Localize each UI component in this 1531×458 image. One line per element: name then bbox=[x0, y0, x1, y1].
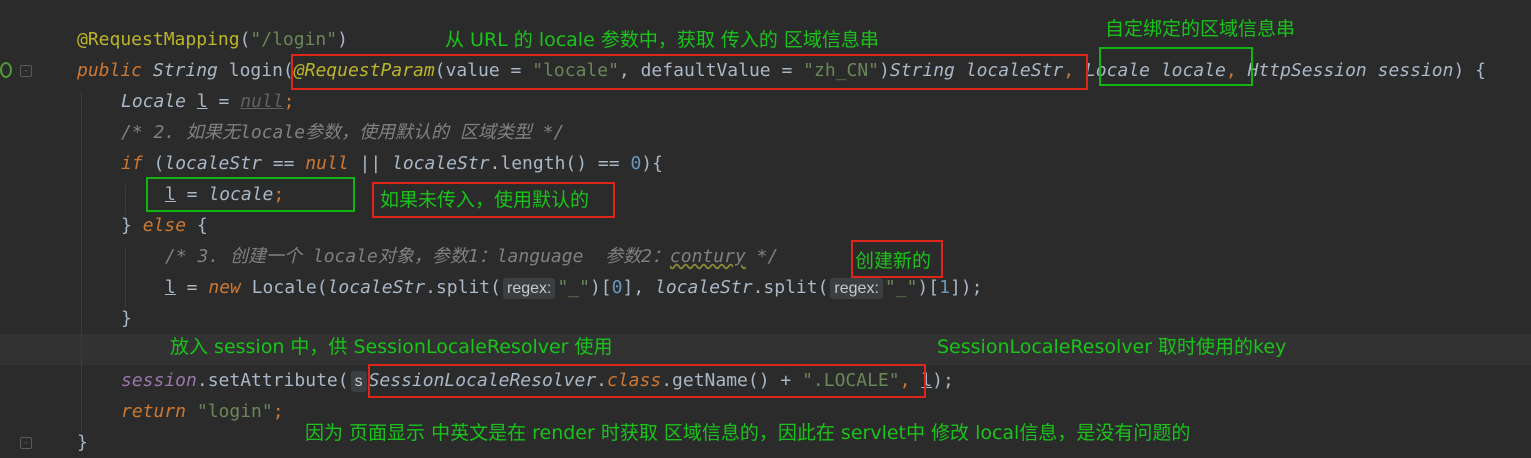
keyword-token: public bbox=[77, 60, 143, 81]
code-token: )[ bbox=[917, 277, 940, 298]
comment-token: */ bbox=[745, 246, 779, 267]
variable-token: l bbox=[165, 277, 176, 298]
code-line[interactable]: /* 3. 创建一个 locale对象，参数1：language 参数2：con… bbox=[165, 241, 778, 272]
code-token: ], bbox=[622, 277, 656, 298]
comment-token: /* 3. 创建一个 locale对象，参数1：language 参数2： bbox=[165, 246, 670, 267]
fold-marker-icon[interactable]: - bbox=[20, 437, 32, 449]
highlight-box-default-locale bbox=[146, 177, 355, 212]
brace-token: { bbox=[186, 215, 208, 236]
keyword-token: new bbox=[208, 277, 241, 298]
number-token: 0 bbox=[630, 153, 642, 174]
code-line[interactable]: if (localeStr == null || localeStr.lengt… bbox=[121, 148, 663, 179]
string-token: "_" bbox=[884, 277, 918, 298]
keyword-token: else bbox=[142, 215, 187, 236]
code-token: == bbox=[261, 153, 306, 174]
code-token: ]); bbox=[949, 277, 983, 298]
semicolon-token: ; bbox=[272, 401, 284, 422]
string-token: "_" bbox=[557, 277, 590, 298]
keyword-token: return bbox=[121, 401, 187, 422]
code-line[interactable]: @RequestMapping("/login") bbox=[77, 24, 348, 55]
keyword-token: null bbox=[305, 153, 349, 174]
brace-token: } bbox=[121, 215, 143, 236]
param-token: session bbox=[1377, 60, 1454, 81]
param-hint: regex: bbox=[502, 278, 556, 299]
note-render-explanation: 因为 页面显示 中英文是在 render 时获取 区域信息的，因此在 servl… bbox=[305, 422, 1191, 444]
code-token: Locale( bbox=[240, 277, 328, 298]
code-token: .split( bbox=[752, 277, 829, 298]
code-token: .split( bbox=[425, 277, 501, 298]
number-token: 0 bbox=[611, 277, 623, 298]
code-token: .setAttribute( bbox=[196, 370, 349, 391]
code-line[interactable]: Locale l = null; bbox=[121, 86, 294, 117]
code-token: = bbox=[175, 277, 209, 298]
method-name-token: login( bbox=[228, 60, 294, 81]
indent-guide bbox=[125, 247, 126, 307]
null-token: null bbox=[240, 91, 284, 112]
param-token: localeStr bbox=[327, 277, 426, 298]
param-hint: s bbox=[350, 371, 367, 392]
annotation-token: @RequestMapping bbox=[77, 29, 240, 50]
highlight-box-request-param bbox=[291, 54, 1088, 90]
code-token: .length() == bbox=[489, 153, 631, 174]
note-use-default: 如果未传入，使用默认的 bbox=[380, 189, 590, 211]
paren-token: ) bbox=[337, 29, 348, 50]
type-token: HttpSession bbox=[1247, 60, 1367, 81]
string-token: "login" bbox=[196, 401, 273, 422]
type-token: Locale bbox=[121, 91, 187, 112]
paren-token: ( bbox=[239, 29, 251, 50]
param-token: localeStr bbox=[164, 153, 262, 174]
typo-word-token: contury bbox=[669, 246, 746, 267]
note-bound-locale: 自定绑定的区域信息串 bbox=[1105, 18, 1296, 40]
highlight-box-locale-key bbox=[368, 364, 926, 398]
note-resolver-key: SessionLocaleResolver 取时使用的key bbox=[937, 336, 1287, 358]
param-hint: regex: bbox=[830, 278, 883, 299]
code-line[interactable]: } bbox=[77, 427, 88, 458]
type-token: String bbox=[152, 60, 218, 81]
code-line[interactable]: } else { bbox=[121, 210, 208, 241]
semicolon-token: ; bbox=[283, 91, 295, 112]
note-put-session: 放入 session 中，供 SessionLocaleResolver 使用 bbox=[170, 336, 613, 358]
indent-guide bbox=[81, 92, 82, 432]
number-token: 1 bbox=[939, 277, 950, 298]
code-token: ( bbox=[142, 153, 165, 174]
string-token: "/login" bbox=[250, 29, 338, 50]
keyword-token: if bbox=[121, 153, 143, 174]
code-token: || bbox=[348, 153, 392, 174]
param-token: localeStr bbox=[655, 277, 753, 298]
code-line[interactable]: return "login"; bbox=[121, 396, 284, 427]
fold-marker-icon[interactable]: - bbox=[20, 65, 32, 77]
note-url-locale: 从 URL 的 locale 参数中，获取 传入的 区域信息串 bbox=[445, 29, 879, 51]
run-gutter-icon[interactable] bbox=[0, 62, 12, 78]
code-line[interactable]: } bbox=[121, 303, 132, 334]
code-line[interactable]: /* 2. 如果无locale参数，使用默认的 区域类型 */ bbox=[121, 117, 564, 148]
code-token: )[ bbox=[589, 277, 612, 298]
code-token: ); bbox=[932, 370, 954, 391]
editor-gutter: - - bbox=[0, 0, 60, 457]
param-token: localeStr bbox=[392, 153, 490, 174]
param-token: session bbox=[121, 370, 197, 391]
code-token: ){ bbox=[641, 153, 663, 174]
code-token: = bbox=[207, 91, 241, 112]
code-token: ) { bbox=[1453, 60, 1486, 81]
highlight-box-locale-param bbox=[1099, 47, 1253, 86]
note-create-new: 创建新的 bbox=[855, 250, 932, 272]
variable-token: l bbox=[196, 91, 208, 112]
